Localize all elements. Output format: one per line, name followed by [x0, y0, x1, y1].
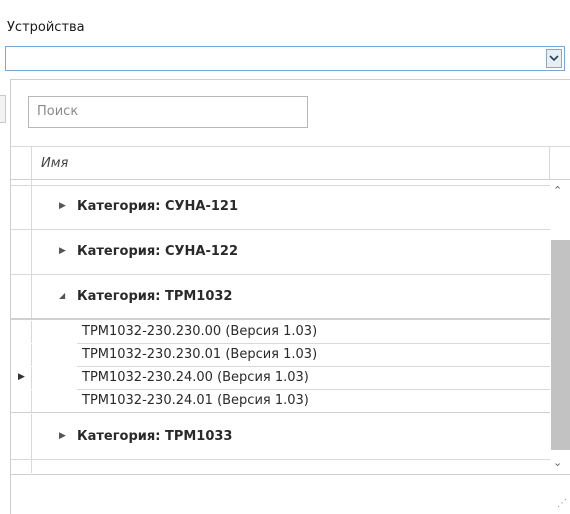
group-label: Категория: СУНА-122 — [77, 244, 238, 259]
device-dropdown-popup: Поиск Имя ▶ Категория: СУНА-121 ▶ Катего… — [10, 79, 570, 514]
group-label: Категория: СУНА-121 — [77, 199, 238, 214]
scroll-up-icon[interactable]: ⌃ — [553, 184, 562, 197]
table-row[interactable]: ТРМ1032-230.230.00 (Версия 1.03) — [11, 321, 550, 344]
row-indicator-cell — [11, 275, 32, 318]
column-divider — [549, 147, 550, 180]
device-name: ТРМ1032-230.230.00 (Версия 1.03) — [82, 324, 318, 339]
triangle-right-icon[interactable]: ▶ — [59, 246, 66, 256]
device-name: ТРМ1032-230.24.00 (Версия 1.03) — [82, 370, 309, 385]
group-row-trm1033[interactable]: ▶ Категория: ТРМ1033 — [11, 414, 550, 460]
background-tab-edge — [0, 95, 6, 123]
row-indicator-cell — [11, 460, 32, 473]
group-row-suna-121[interactable]: ▶ Категория: СУНА-121 — [11, 186, 550, 230]
search-input[interactable]: Поиск — [28, 96, 308, 128]
table-row[interactable]: ТРМ1032-230.230.01 (Версия 1.03) — [11, 344, 550, 367]
row-indicator-cell: ▶ — [11, 367, 32, 389]
column-header-name[interactable]: Имя — [41, 156, 68, 171]
chevron-down-icon — [549, 55, 559, 62]
device-selector-window: Устройства Поиск Имя ▶ Категория: СУНА-1… — [0, 0, 570, 514]
grid-rows: ▶ Категория: СУНА-121 ▶ Категория: СУНА-… — [11, 180, 550, 473]
group-label: Категория: ТРМ1033 — [77, 429, 233, 444]
vertical-scrollbar[interactable]: ⌃ ⌄ — [550, 180, 570, 473]
group-label: Категория: ТРМ1032 — [77, 289, 233, 304]
row-indicator-cell — [11, 321, 32, 343]
device-name: ТРМ1032-230.230.01 (Версия 1.03) — [82, 347, 318, 362]
table-row — [11, 460, 550, 473]
row-indicator-cell — [11, 230, 32, 274]
combobox-dropdown-button[interactable] — [546, 49, 562, 68]
group-row-trm1032[interactable]: ◢ Категория: ТРМ1032 — [11, 275, 550, 320]
devices-label: Устройства — [7, 20, 85, 35]
header-indicator-cell — [11, 147, 32, 180]
resize-grip-icon[interactable]: ⋰ — [557, 498, 567, 509]
triangle-right-icon[interactable]: ▶ — [59, 431, 66, 441]
row-indicator-cell — [11, 344, 32, 366]
row-indicator-cell — [11, 414, 32, 459]
device-name: ТРМ1032-230.24.01 (Версия 1.03) — [82, 393, 309, 408]
row-pointer-icon: ▶ — [18, 372, 25, 382]
triangle-down-right-icon[interactable]: ◢ — [59, 291, 65, 300]
table-row-current[interactable]: ▶ ТРМ1032-230.24.00 (Версия 1.03) — [11, 367, 550, 390]
device-tree-grid: Имя ▶ Категория: СУНА-121 ▶ Категория: С… — [11, 146, 570, 514]
scrollbar-thumb[interactable] — [551, 240, 570, 450]
popup-footer: ⋰ — [11, 474, 570, 514]
row-indicator-cell — [11, 180, 32, 185]
devices-combobox[interactable] — [5, 46, 565, 71]
scroll-down-icon[interactable]: ⌄ — [553, 456, 562, 469]
group-row-suna-122[interactable]: ▶ Категория: СУНА-122 — [11, 230, 550, 275]
triangle-right-icon[interactable]: ▶ — [59, 201, 66, 211]
table-row[interactable]: ТРМ1032-230.24.01 (Версия 1.03) — [11, 390, 550, 413]
row-indicator-cell — [11, 390, 32, 412]
grid-header: Имя — [11, 146, 570, 180]
row-indicator-cell — [11, 186, 32, 229]
